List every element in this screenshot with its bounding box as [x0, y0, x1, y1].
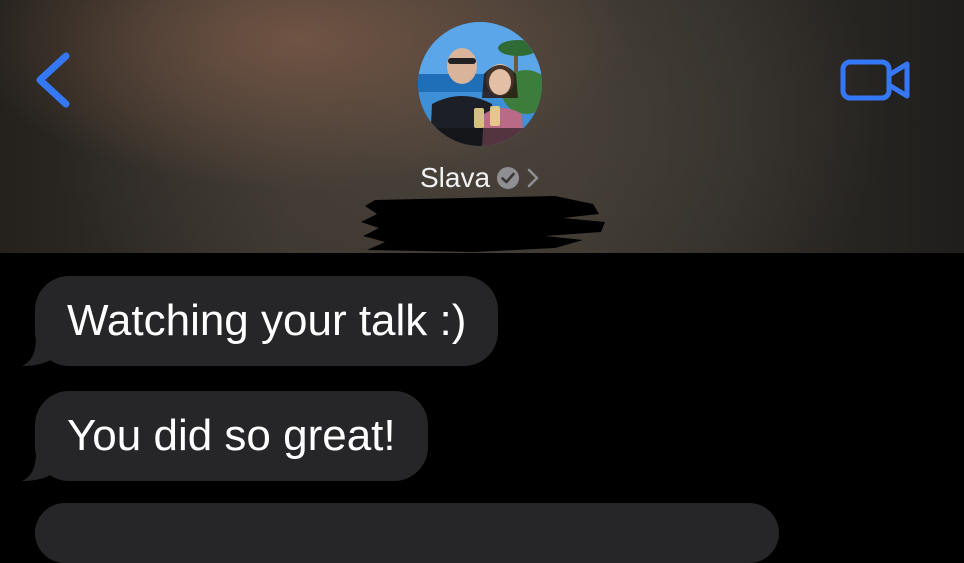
chevron-right-icon: [527, 168, 539, 188]
contact-name: Slava: [419, 162, 491, 193]
message-text: Watching your talk :): [67, 296, 467, 345]
contact-name-row[interactable]: Slava: [380, 160, 580, 196]
contact-avatar[interactable]: [418, 22, 542, 146]
chevron-left-icon: [36, 52, 70, 108]
checkmark-badge-icon: [497, 167, 520, 189]
redaction-scribble: [361, 196, 605, 252]
facetime-video-button[interactable]: [840, 58, 912, 102]
message-bubble-incoming[interactable]: [35, 503, 779, 563]
message-bubble-incoming[interactable]: You did so great!: [35, 391, 428, 481]
message-bubble-incoming[interactable]: Watching your talk :): [35, 276, 499, 366]
video-camera-icon: [840, 59, 910, 101]
conversation-header: Slava: [0, 0, 964, 253]
avatar-photo: [418, 22, 542, 146]
back-button[interactable]: [30, 50, 80, 110]
message-text: You did so great!: [67, 411, 396, 460]
